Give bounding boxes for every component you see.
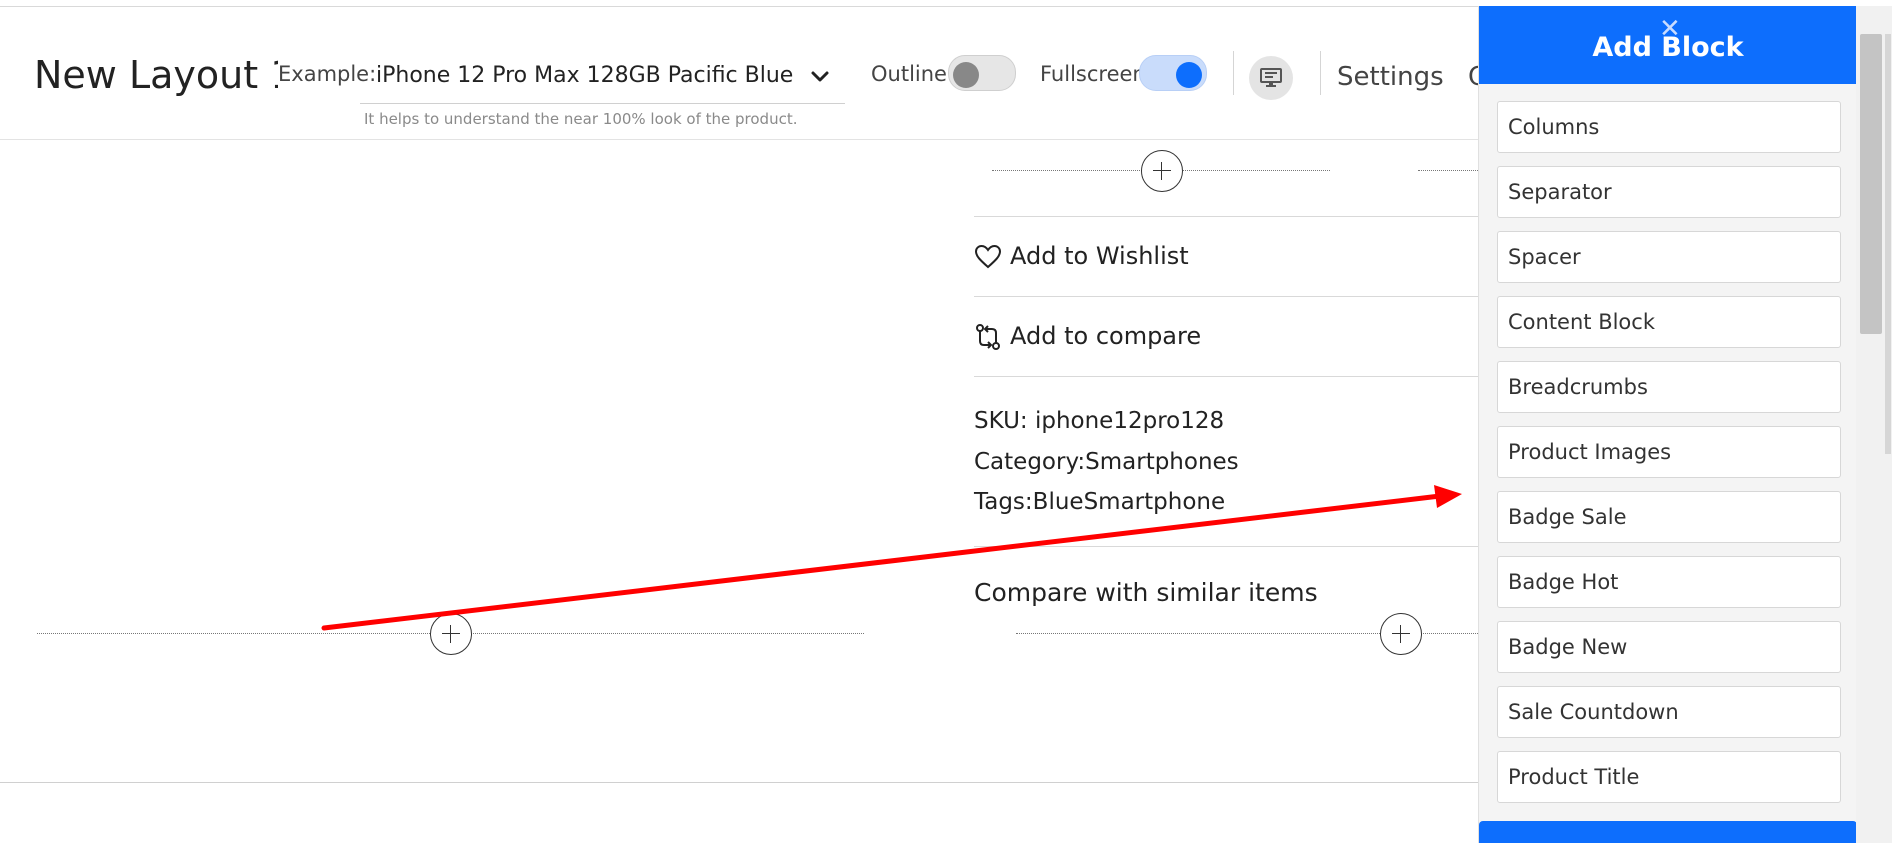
toggle-knob (1176, 62, 1202, 88)
add-block-plus-button[interactable] (1380, 613, 1422, 655)
block-item[interactable]: Content Block (1497, 296, 1841, 348)
add-block-plus-button[interactable] (1141, 150, 1183, 192)
block-item-label: Content Block (1508, 310, 1655, 334)
block-item[interactable]: Spacer (1497, 231, 1841, 283)
add-to-wishlist-link[interactable]: Add to Wishlist (974, 242, 1189, 271)
panel-header: ✕ Add Block (1479, 6, 1857, 84)
block-item[interactable]: Breadcrumbs (1497, 361, 1841, 413)
compare-label: Add to compare (1010, 322, 1202, 350)
block-item-label: Breadcrumbs (1508, 375, 1648, 399)
block-item-label: Columns (1508, 115, 1600, 139)
block-item[interactable]: Columns (1497, 101, 1841, 153)
editor-toolbar: New Layout 19 Example: iPhone 12 Pro Max… (0, 7, 1480, 140)
block-item-label: Badge Hot (1508, 570, 1619, 594)
block-item-label: Badge New (1508, 635, 1628, 659)
add-to-compare-link[interactable]: Add to compare (974, 322, 1201, 351)
panel-title: Add Block (1592, 32, 1744, 63)
wishlist-label: Add to Wishlist (1010, 242, 1189, 270)
monitor-icon (1260, 68, 1282, 87)
block-item-label: Product Images (1508, 440, 1672, 464)
drop-zone-line (1418, 170, 1478, 171)
heart-icon (974, 244, 1002, 269)
outline-toggle[interactable] (948, 55, 1016, 91)
divider (974, 546, 1478, 547)
divider (1320, 51, 1321, 95)
section-bottom-border (0, 782, 1478, 783)
add-block-panel: ✕ Add Block Columns Separator Spacer Conten… (1478, 6, 1857, 843)
block-item-label: Product Title (1508, 765, 1640, 789)
example-product-value: iPhone 12 Pro Max 128GB Pacific Blue (376, 63, 794, 88)
product-category[interactable]: Category:Smartphones (974, 449, 1239, 475)
desktop-preview-button[interactable] (1249, 56, 1293, 100)
chevron-down-icon (811, 71, 829, 82)
block-item[interactable]: Badge New (1497, 621, 1841, 673)
scrollbar-track (1885, 34, 1891, 454)
block-item[interactable]: Separator (1497, 166, 1841, 218)
block-item[interactable]: Product Title (1497, 751, 1841, 803)
fullscreen-toggle[interactable] (1139, 55, 1207, 91)
block-item-label: Spacer (1508, 245, 1581, 269)
scrollbar-thumb[interactable] (1860, 34, 1882, 334)
add-block-plus-button[interactable] (430, 613, 472, 655)
outline-label: Outline (871, 62, 947, 86)
page-scrollbar[interactable] (1856, 6, 1892, 843)
product-tags[interactable]: Tags:BlueSmartphone (974, 489, 1225, 515)
example-product-select[interactable]: iPhone 12 Pro Max 128GB Pacific Blue (360, 51, 845, 104)
block-item[interactable]: Product Images (1497, 426, 1841, 478)
compare-icon (976, 324, 1000, 350)
block-item[interactable]: Sale Countdown (1497, 686, 1841, 738)
layout-title[interactable]: New Layout 19 (34, 53, 278, 97)
divider (1233, 51, 1234, 95)
panel-footer-button[interactable] (1479, 821, 1857, 843)
compare-similar-heading: Compare with similar items (974, 578, 1318, 607)
product-sku: SKU: iphone12pro128 (974, 408, 1225, 434)
divider (974, 216, 1478, 217)
block-item-label: Sale Countdown (1508, 700, 1679, 724)
fullscreen-label: Fullscreen (1040, 62, 1146, 86)
block-item-label: Separator (1508, 180, 1612, 204)
example-hint: It helps to understand the near 100% loo… (364, 110, 798, 128)
block-item[interactable]: Badge Sale (1497, 491, 1841, 543)
toggle-knob (953, 62, 979, 88)
divider (974, 376, 1478, 377)
block-item[interactable]: Badge Hot (1497, 556, 1841, 608)
block-item-label: Badge Sale (1508, 505, 1627, 529)
divider (974, 296, 1478, 297)
settings-link[interactable]: Settings (1337, 62, 1444, 92)
